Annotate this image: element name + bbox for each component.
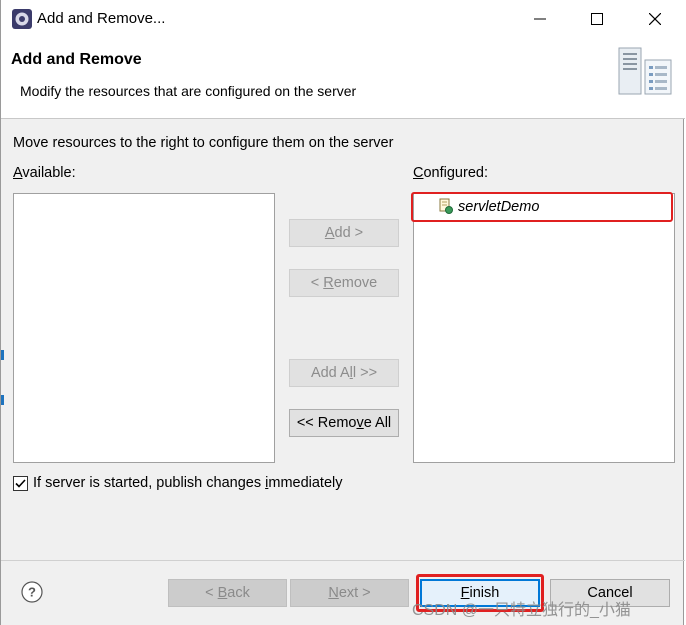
server-icon [618, 47, 672, 95]
configured-item-servletdemo[interactable]: servletDemo [411, 192, 673, 222]
close-icon [649, 13, 661, 25]
maximize-button[interactable] [568, 0, 626, 38]
configured-list[interactable] [413, 193, 675, 463]
checkmark-icon [15, 479, 26, 488]
back-button[interactable]: < Back [168, 579, 287, 607]
publish-checkbox[interactable] [13, 476, 28, 491]
configured-item-label: servletDemo [458, 199, 540, 215]
close-button[interactable] [626, 0, 684, 38]
svg-text:?: ? [28, 585, 36, 600]
web-module-icon [439, 198, 453, 214]
add-all-button[interactable]: Add All >> [289, 359, 399, 387]
eclipse-gear-icon [12, 9, 32, 29]
help-icon[interactable]: ? [21, 581, 43, 603]
footer-separator [1, 560, 685, 561]
edge-mark [1, 395, 4, 405]
header-banner: Add and Remove Modify the resources that… [1, 38, 685, 119]
configured-label: Configured: [413, 165, 488, 181]
next-button[interactable]: Next > [290, 579, 409, 607]
maximize-icon [591, 13, 603, 25]
watermark: CSDN @一只特立独行的_小猫 [412, 602, 631, 619]
remove-all-button[interactable]: << Remo v e All [289, 409, 399, 437]
banner-description: Modify the resources that are configured… [20, 83, 357, 99]
add-remove-dialog: Add and Remove... Add and Remove Modify … [0, 0, 685, 625]
edge-mark [1, 350, 4, 360]
available-label: Available: [13, 165, 76, 181]
publish-checkbox-label: If server is started, publish changes im… [33, 475, 343, 491]
banner-title: Add and Remove [11, 51, 142, 68]
remove-button[interactable]: < Remove [289, 269, 399, 297]
instructions-text: Move resources to the right to configure… [13, 135, 394, 151]
title-bar: Add and Remove... [1, 0, 685, 38]
add-button[interactable]: Add > [289, 219, 399, 247]
window-title: Add and Remove... [37, 10, 166, 27]
available-list[interactable] [13, 193, 275, 463]
minimize-icon [534, 18, 546, 20]
minimize-button[interactable] [511, 0, 569, 38]
